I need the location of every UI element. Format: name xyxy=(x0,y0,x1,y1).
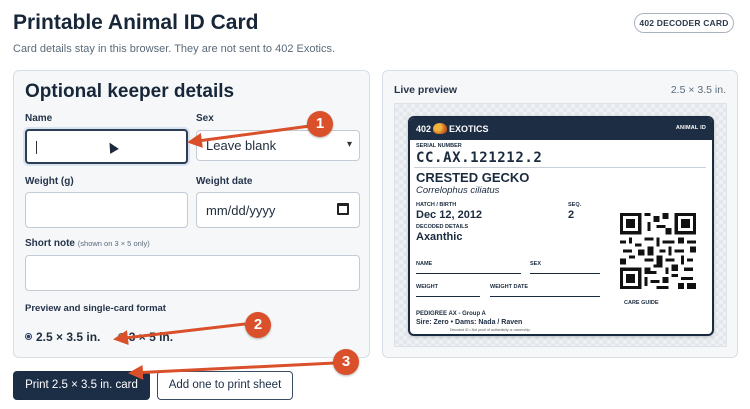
chevron-down-icon: ▾ xyxy=(346,139,352,150)
card-animal-id-label: ANIMAL ID xyxy=(675,125,706,131)
species-name: CRESTED GECKO xyxy=(416,170,530,185)
short-note-hint: (shown on 3 × 5 only) xyxy=(77,239,150,248)
seq-label: SEQ. xyxy=(568,202,582,208)
weight-line xyxy=(416,296,480,297)
serial-label: SERIAL NUMBER xyxy=(416,143,462,149)
live-preview-panel: Live preview 2.5 × 3.5 in. 402 EXOTICS AN… xyxy=(382,70,738,358)
sex-line xyxy=(530,273,600,274)
annotation-badge-2: 2 xyxy=(245,312,271,338)
pedigree-line: PEDIGREE AX - Group A xyxy=(416,311,486,317)
calendar-icon[interactable] xyxy=(337,203,349,215)
decoder-card-button[interactable]: 402 DECODER CARD xyxy=(634,13,734,33)
weight-date-input[interactable]: mm/dd/yyyy xyxy=(196,192,360,228)
sex-field-label: SEX xyxy=(530,261,542,267)
short-note-label: Short note (shown on 3 × 5 only) xyxy=(25,238,150,249)
decoded-label: DECODED DETAILS xyxy=(416,224,469,230)
weight-field-label: WEIGHT xyxy=(416,284,438,290)
format-option-large-label: 3 × 5 in. xyxy=(128,330,174,344)
radio-selected-icon[interactable] xyxy=(25,333,32,341)
weight-date-value: mm/dd/yyyy xyxy=(206,203,276,218)
name-field-label: NAME xyxy=(416,261,433,267)
page-subtitle: Card details stay in this browser. They … xyxy=(13,43,336,55)
hatch-date: Dec 12, 2012 xyxy=(416,209,483,221)
weight-date-field-label: WEIGHT DATE xyxy=(490,284,529,290)
serial-number: CC.AX.121212.2 xyxy=(416,150,543,166)
format-option-small[interactable]: 2.5 × 3.5 in. xyxy=(25,330,104,344)
short-note-input[interactable] xyxy=(25,255,360,291)
annotation-badge-1: 1 xyxy=(307,111,333,137)
care-guide-label: CARE GUIDE xyxy=(624,300,659,306)
text-caret xyxy=(36,141,37,154)
weight-label: Weight (g) xyxy=(25,176,74,187)
card-header: 402 EXOTICS ANIMAL ID xyxy=(410,118,712,140)
preview-size: 2.5 × 3.5 in. xyxy=(670,84,726,96)
qr-code xyxy=(620,213,696,289)
card-brand: 402 EXOTICS xyxy=(416,123,489,134)
format-option-small-label: 2.5 × 3.5 in. xyxy=(36,330,101,344)
parents-line: Sire: Zero • Dams: Nada / Raven xyxy=(416,319,523,326)
format-label: Preview and single-card format xyxy=(25,303,166,314)
name-line xyxy=(416,273,521,274)
gecko-logo-icon xyxy=(433,123,448,134)
id-card: 402 EXOTICS ANIMAL ID SERIAL NUMBER CC.AX… xyxy=(408,116,714,336)
serial-divider xyxy=(414,167,706,168)
page-title: Printable Animal ID Card xyxy=(13,11,259,34)
seq-value: 2 xyxy=(568,209,575,221)
hatch-label: HATCH / BIRTH xyxy=(416,202,457,208)
format-radio-group: 2.5 × 3.5 in. 3 × 5 in. xyxy=(25,330,173,344)
decoded-value: Axanthic xyxy=(416,231,463,243)
card-brand-number: 402 xyxy=(416,124,432,134)
format-option-large[interactable]: 3 × 5 in. xyxy=(117,330,174,344)
card-disclaimer: Decoded ID • Not proof of authenticity o… xyxy=(450,328,531,332)
annotation-badge-3: 3 xyxy=(333,349,359,375)
weight-date-line xyxy=(490,296,600,297)
mouse-cursor-icon xyxy=(105,140,119,154)
sex-label: Sex xyxy=(196,113,214,124)
weight-input[interactable] xyxy=(25,192,188,228)
sex-selected-value: Leave blank xyxy=(206,138,277,153)
radio-unselected-icon[interactable] xyxy=(117,333,125,341)
form-title: Optional keeper details xyxy=(25,81,235,102)
weight-date-label: Weight date xyxy=(196,176,253,187)
preview-title: Live preview xyxy=(394,84,458,96)
sex-select[interactable]: Leave blank ▾ xyxy=(196,130,360,161)
name-input[interactable] xyxy=(25,129,188,164)
scientific-name: Correlophus ciliatus xyxy=(416,185,500,196)
short-note-label-text: Short note xyxy=(25,238,75,249)
print-card-button[interactable]: Print 2.5 × 3.5 in. card xyxy=(13,371,150,400)
add-to-sheet-button[interactable]: Add one to print sheet xyxy=(157,371,293,400)
name-label: Name xyxy=(25,113,53,124)
card-brand-name: EXOTICS xyxy=(449,124,489,134)
